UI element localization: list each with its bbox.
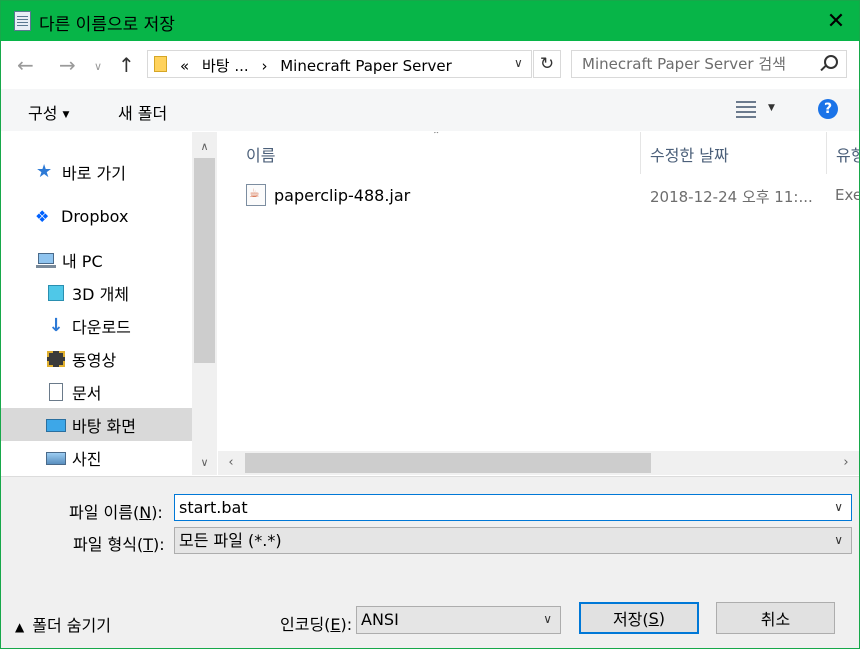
encoding-label: 인코딩(E): (280, 615, 353, 634)
document-icon (46, 382, 66, 401)
computer-icon (36, 251, 56, 269)
organize-label: 구성 (28, 104, 58, 123)
scrollbar-thumb[interactable] (245, 453, 651, 473)
refresh-button[interactable]: ↻ (533, 50, 561, 78)
encoding-select[interactable]: ANSI ∨ (356, 606, 561, 634)
save-as-dialog: 다른 이름으로 저장 ✕ ← → ∨ ↑ « 바탕 ... › Minecraf… (0, 0, 860, 649)
notepad-icon (14, 11, 31, 31)
breadcrumb-desktop[interactable]: 바탕 ... (202, 57, 249, 75)
star-icon: ★ (36, 160, 53, 182)
download-icon: ↓ (48, 314, 64, 336)
navigation-pane: ★ 바로 가기 ❖ Dropbox 내 PC 3D 개체 ↓ 다운로드 동영상 … (1, 132, 217, 475)
file-type: Exe (835, 186, 859, 204)
view-options-icon[interactable] (736, 100, 756, 118)
nav-item-label: 내 PC (62, 251, 103, 271)
chevron-down-icon[interactable]: ∨ (834, 495, 843, 520)
nav-item-label: 바로 가기 (62, 163, 126, 183)
column-header-date-modified[interactable]: 수정한 날짜 (650, 142, 729, 166)
java-file-icon (246, 184, 266, 206)
scrollbar-thumb[interactable] (194, 158, 215, 363)
nav-item-videos[interactable]: 동영상 (1, 342, 192, 375)
hide-folders-label: 폴더 숨기기 (32, 616, 111, 635)
filename-label: 파일 이름(N): (69, 503, 163, 522)
search-input[interactable] (572, 51, 812, 77)
file-row[interactable]: paperclip-488.jar 2018-12-24 오후 11:... E… (218, 180, 859, 212)
nav-item-label: 3D 개체 (72, 284, 130, 304)
back-arrow-icon[interactable]: ← (17, 53, 34, 77)
search-icon[interactable] (824, 55, 838, 69)
filename-value: start.bat (179, 498, 248, 517)
nav-item-pictures[interactable]: 사진 (1, 441, 192, 474)
nav-item-quick-access[interactable]: ★ 바로 가기 (1, 155, 192, 188)
scroll-right-icon[interactable]: › (835, 451, 857, 475)
search-box[interactable] (571, 50, 847, 78)
nav-item-label: 문서 (72, 383, 102, 403)
nav-item-label: 동영상 (72, 350, 117, 370)
hide-folders-button[interactable]: ▲ 폴더 숨기기 (15, 612, 111, 636)
file-list: ⌃ 이름 수정한 날짜 유형 paperclip-488.jar 2018-12… (218, 132, 859, 475)
nav-item-desktop[interactable]: 바탕 화면 (1, 408, 192, 441)
save-button[interactable]: 저장(S) (579, 602, 699, 634)
address-dropdown-chevron-icon[interactable]: ∨ (514, 56, 523, 70)
nav-item-documents[interactable]: 문서 (1, 375, 192, 408)
forward-arrow-icon[interactable]: → (59, 53, 76, 77)
organize-button[interactable]: 구성 ▼ (28, 100, 69, 124)
column-header-type[interactable]: 유형 (836, 142, 859, 166)
address-row: ← → ∨ ↑ « 바탕 ... › Minecraft Paper Serve… (1, 41, 859, 89)
close-button[interactable]: ✕ (813, 1, 859, 41)
column-divider[interactable] (826, 132, 827, 174)
nav-item-label: Dropbox (61, 207, 129, 226)
address-bar[interactable]: « 바탕 ... › Minecraft Paper Server ∨ (147, 50, 532, 78)
filename-field[interactable]: start.bat ∨ (174, 494, 852, 521)
sort-ascending-icon: ⌃ (432, 132, 441, 141)
caret-up-icon: ▲ (15, 620, 25, 634)
cube-icon (46, 284, 66, 302)
recent-locations-chevron-icon[interactable]: ∨ (94, 60, 102, 73)
file-list-horizontal-scrollbar[interactable]: ‹ › (218, 451, 859, 475)
column-header-name[interactable]: 이름 (246, 142, 275, 166)
help-icon[interactable]: ? (818, 99, 838, 119)
scroll-up-icon[interactable]: ∧ (192, 134, 217, 159)
video-icon (46, 350, 66, 368)
title-bar: 다른 이름으로 저장 ✕ (1, 1, 859, 41)
nav-item-label: 사진 (72, 449, 102, 469)
nav-pane-scrollbar[interactable]: ∧ ∨ (192, 132, 217, 475)
filetype-label: 파일 형식(T): (73, 535, 165, 554)
filetype-value: 모든 파일 (*.*) (179, 531, 282, 550)
breadcrumb-current-folder[interactable]: Minecraft Paper Server (280, 57, 452, 75)
up-arrow-icon[interactable]: ↑ (118, 53, 135, 77)
chevron-down-icon[interactable]: ∨ (834, 528, 843, 553)
scroll-down-icon[interactable]: ∨ (192, 450, 217, 475)
folder-icon (154, 56, 167, 72)
file-name: paperclip-488.jar (274, 186, 411, 205)
breadcrumb-overflow[interactable]: « (180, 57, 189, 75)
nav-item-dropbox[interactable]: ❖ Dropbox (1, 200, 192, 233)
encoding-value: ANSI (361, 610, 399, 629)
nav-item-3d-objects[interactable]: 3D 개체 (1, 276, 192, 309)
nav-item-label: 바탕 화면 (72, 416, 136, 436)
desktop-icon (46, 416, 66, 434)
cancel-button[interactable]: 취소 (716, 602, 835, 634)
scroll-left-icon[interactable]: ‹ (220, 451, 242, 475)
dropbox-icon: ❖ (35, 206, 50, 226)
pictures-icon (46, 449, 66, 467)
nav-item-label: 다운로드 (72, 317, 131, 337)
command-bar: 구성 ▼ 새 폴더 ▼ ? (1, 89, 859, 131)
view-caret-icon[interactable]: ▼ (768, 103, 775, 113)
breadcrumb-separator[interactable]: › (261, 57, 267, 75)
new-folder-button[interactable]: 새 폴더 (118, 100, 167, 124)
save-options-panel: 파일 이름(N): start.bat ∨ 파일 형식(T): 모든 파일 (*… (1, 476, 859, 648)
dialog-title: 다른 이름으로 저장 (39, 15, 175, 35)
caret-down-icon: ▼ (62, 109, 70, 120)
chevron-down-icon[interactable]: ∨ (543, 607, 552, 632)
nav-item-downloads[interactable]: ↓ 다운로드 (1, 309, 192, 342)
filetype-select[interactable]: 모든 파일 (*.*) ∨ (174, 527, 852, 554)
nav-item-this-pc[interactable]: 내 PC (1, 243, 192, 276)
breadcrumb: « 바탕 ... › Minecraft Paper Server (180, 55, 460, 76)
column-divider[interactable] (640, 132, 641, 174)
file-modified-date: 2018-12-24 오후 11:... (650, 188, 813, 206)
